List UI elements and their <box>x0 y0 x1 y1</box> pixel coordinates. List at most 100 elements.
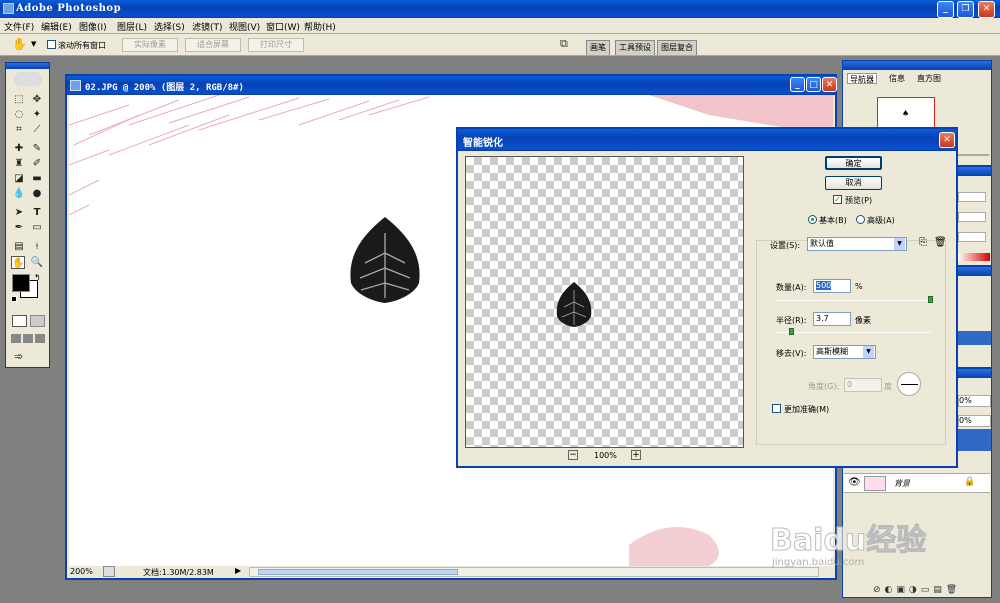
amount-slider[interactable] <box>776 296 933 303</box>
tab-brushes[interactable]: 画笔 <box>586 40 610 55</box>
chevron-down-icon[interactable]: ▼ <box>31 40 36 48</box>
tab-navigator[interactable]: 导航器 <box>847 73 877 84</box>
stamp-tool-icon[interactable]: ♜ <box>12 157 26 170</box>
scroll-all-checkbox[interactable] <box>47 40 56 49</box>
angle-dial[interactable] <box>897 372 921 396</box>
color-field[interactable] <box>958 212 986 222</box>
palette-well-icon[interactable]: ⧉ <box>560 37 568 51</box>
actual-pixels-button[interactable]: 实际像素 <box>122 38 178 52</box>
color-field[interactable] <box>958 232 986 242</box>
doc-close-button[interactable]: ✕ <box>822 77 837 92</box>
tab-layer-comps[interactable]: 图层复合 <box>657 40 697 55</box>
dialog-close-button[interactable]: ✕ <box>939 132 955 148</box>
restore-button[interactable]: ❐ <box>957 1 974 18</box>
palette-selection[interactable] <box>953 331 991 345</box>
horizontal-scrollbar[interactable] <box>249 567 819 577</box>
radius-slider-thumb[interactable] <box>789 328 794 335</box>
preview-checkbox[interactable]: ✓ <box>833 195 842 204</box>
minimize-button[interactable]: _ <box>937 1 954 18</box>
screen-mode-2-icon[interactable] <box>23 334 33 343</box>
menu-image[interactable]: 图像(I) <box>79 20 107 33</box>
fit-screen-button[interactable]: 适合屏幕 <box>185 38 241 52</box>
default-colors-icon[interactable] <box>11 296 17 302</box>
standard-mode-icon[interactable] <box>12 315 27 327</box>
tab-info[interactable]: 信息 <box>887 73 907 84</box>
foreground-color-swatch[interactable] <box>12 274 30 292</box>
move-tool-icon[interactable]: ✥ <box>30 93 44 106</box>
path-select-icon[interactable]: ➤ <box>12 206 26 219</box>
menu-window[interactable]: 窗口(W) <box>266 20 300 33</box>
ok-button[interactable]: 确定 <box>825 156 882 170</box>
history-brush-icon[interactable]: ✐ <box>30 157 44 170</box>
angle-input[interactable]: 0 <box>844 378 882 392</box>
scrollbar-thumb[interactable] <box>258 569 458 575</box>
healing-brush-icon[interactable]: ✚ <box>12 142 26 155</box>
jump-to-imageready-icon[interactable]: ➾ <box>14 350 23 363</box>
menu-view[interactable]: 视图(V) <box>229 20 260 33</box>
doc-maximize-button[interactable]: □ <box>806 77 821 92</box>
menu-file[interactable]: 文件(F) <box>4 20 34 33</box>
color-ramp[interactable] <box>958 253 990 261</box>
screen-mode-3-icon[interactable] <box>35 334 45 343</box>
shape-tool-icon[interactable]: ▭ <box>30 221 44 234</box>
amount-slider-thumb[interactable] <box>928 296 933 303</box>
tab-tool-presets[interactable]: 工具预设 <box>615 40 655 55</box>
zoom-tool-icon[interactable]: 🔍 <box>30 256 44 269</box>
hand-tool-icon[interactable]: ✋ <box>12 37 27 51</box>
chevron-down-icon[interactable]: ▼ <box>863 346 874 358</box>
status-menu-arrow-icon[interactable]: ▶ <box>235 566 241 575</box>
magic-wand-icon[interactable]: ✦ <box>30 108 44 121</box>
menu-select[interactable]: 选择(S) <box>154 20 185 33</box>
radius-slider[interactable] <box>776 328 931 335</box>
notes-tool-icon[interactable]: ▤ <box>12 240 26 253</box>
amount-input[interactable]: 500 <box>813 279 851 293</box>
advanced-radio[interactable] <box>856 215 865 224</box>
save-settings-icon[interactable]: ⎘ <box>919 237 927 248</box>
marquee-tool-icon[interactable]: ⬚ <box>12 93 26 106</box>
eyedropper-icon[interactable]: ⟊ <box>30 240 44 253</box>
navigator-thumbnail[interactable]: ♠ <box>877 97 935 128</box>
type-tool-icon[interactable]: T <box>30 206 44 219</box>
menu-help[interactable]: 帮助(H) <box>304 20 336 33</box>
menu-layer[interactable]: 图层(L) <box>117 20 147 33</box>
slice-tool-icon[interactable]: ⟋ <box>30 123 44 136</box>
basic-radio[interactable] <box>808 215 817 224</box>
menu-filter[interactable]: 滤镜(T) <box>192 20 223 33</box>
tab-histogram[interactable]: 直方图 <box>915 73 943 84</box>
brush-tool-icon[interactable]: ✎ <box>30 142 44 155</box>
zoom-readout[interactable]: 200% <box>70 567 93 576</box>
color-field[interactable] <box>958 192 986 202</box>
swap-colors-icon[interactable]: ↰ <box>34 273 41 282</box>
cancel-button[interactable]: 取消 <box>825 176 882 190</box>
selected-layer-row[interactable] <box>953 429 991 451</box>
layer-row-background[interactable]: 👁 背景 🔒 <box>844 473 990 493</box>
preview-pane[interactable] <box>465 156 744 448</box>
quick-mask-icon[interactable] <box>30 315 45 327</box>
screen-mode-1-icon[interactable] <box>11 334 21 343</box>
radius-input[interactable]: 3.7 <box>813 312 851 326</box>
eye-icon[interactable]: 👁 <box>848 477 861 488</box>
dodge-tool-icon[interactable]: ● <box>30 187 44 200</box>
opacity-field[interactable]: 0% <box>958 395 991 407</box>
remove-select[interactable]: 高斯模糊 ▼ <box>813 345 876 359</box>
blur-tool-icon[interactable]: 💧 <box>12 187 26 200</box>
lasso-tool-icon[interactable]: ◌ <box>12 108 26 121</box>
gradient-tool-icon[interactable]: ▬ <box>30 172 44 185</box>
doc-minimize-button[interactable]: _ <box>790 77 805 92</box>
zoom-in-button[interactable]: + <box>631 450 641 460</box>
crop-tool-icon[interactable]: ⌗ <box>12 123 26 136</box>
delete-settings-icon[interactable]: 🗑 <box>934 237 947 248</box>
status-icon[interactable] <box>103 566 115 577</box>
feather-icon[interactable] <box>14 72 42 86</box>
menu-edit[interactable]: 编辑(E) <box>41 20 72 33</box>
more-accurate-checkbox[interactable] <box>772 404 781 413</box>
close-button[interactable]: ✕ <box>978 1 995 18</box>
settings-select[interactable]: 默认值 ▼ <box>807 237 907 251</box>
pen-tool-icon[interactable]: ✒ <box>12 221 26 234</box>
eraser-tool-icon[interactable]: ◪ <box>12 172 26 185</box>
fill-field[interactable]: 0% <box>958 415 991 427</box>
chevron-down-icon[interactable]: ▼ <box>894 238 905 250</box>
print-size-button[interactable]: 打印尺寸 <box>248 38 304 52</box>
hand-tool-icon[interactable]: ✋ <box>11 256 25 269</box>
doc-info[interactable]: 文档:1.30M/2.83M <box>143 567 214 578</box>
